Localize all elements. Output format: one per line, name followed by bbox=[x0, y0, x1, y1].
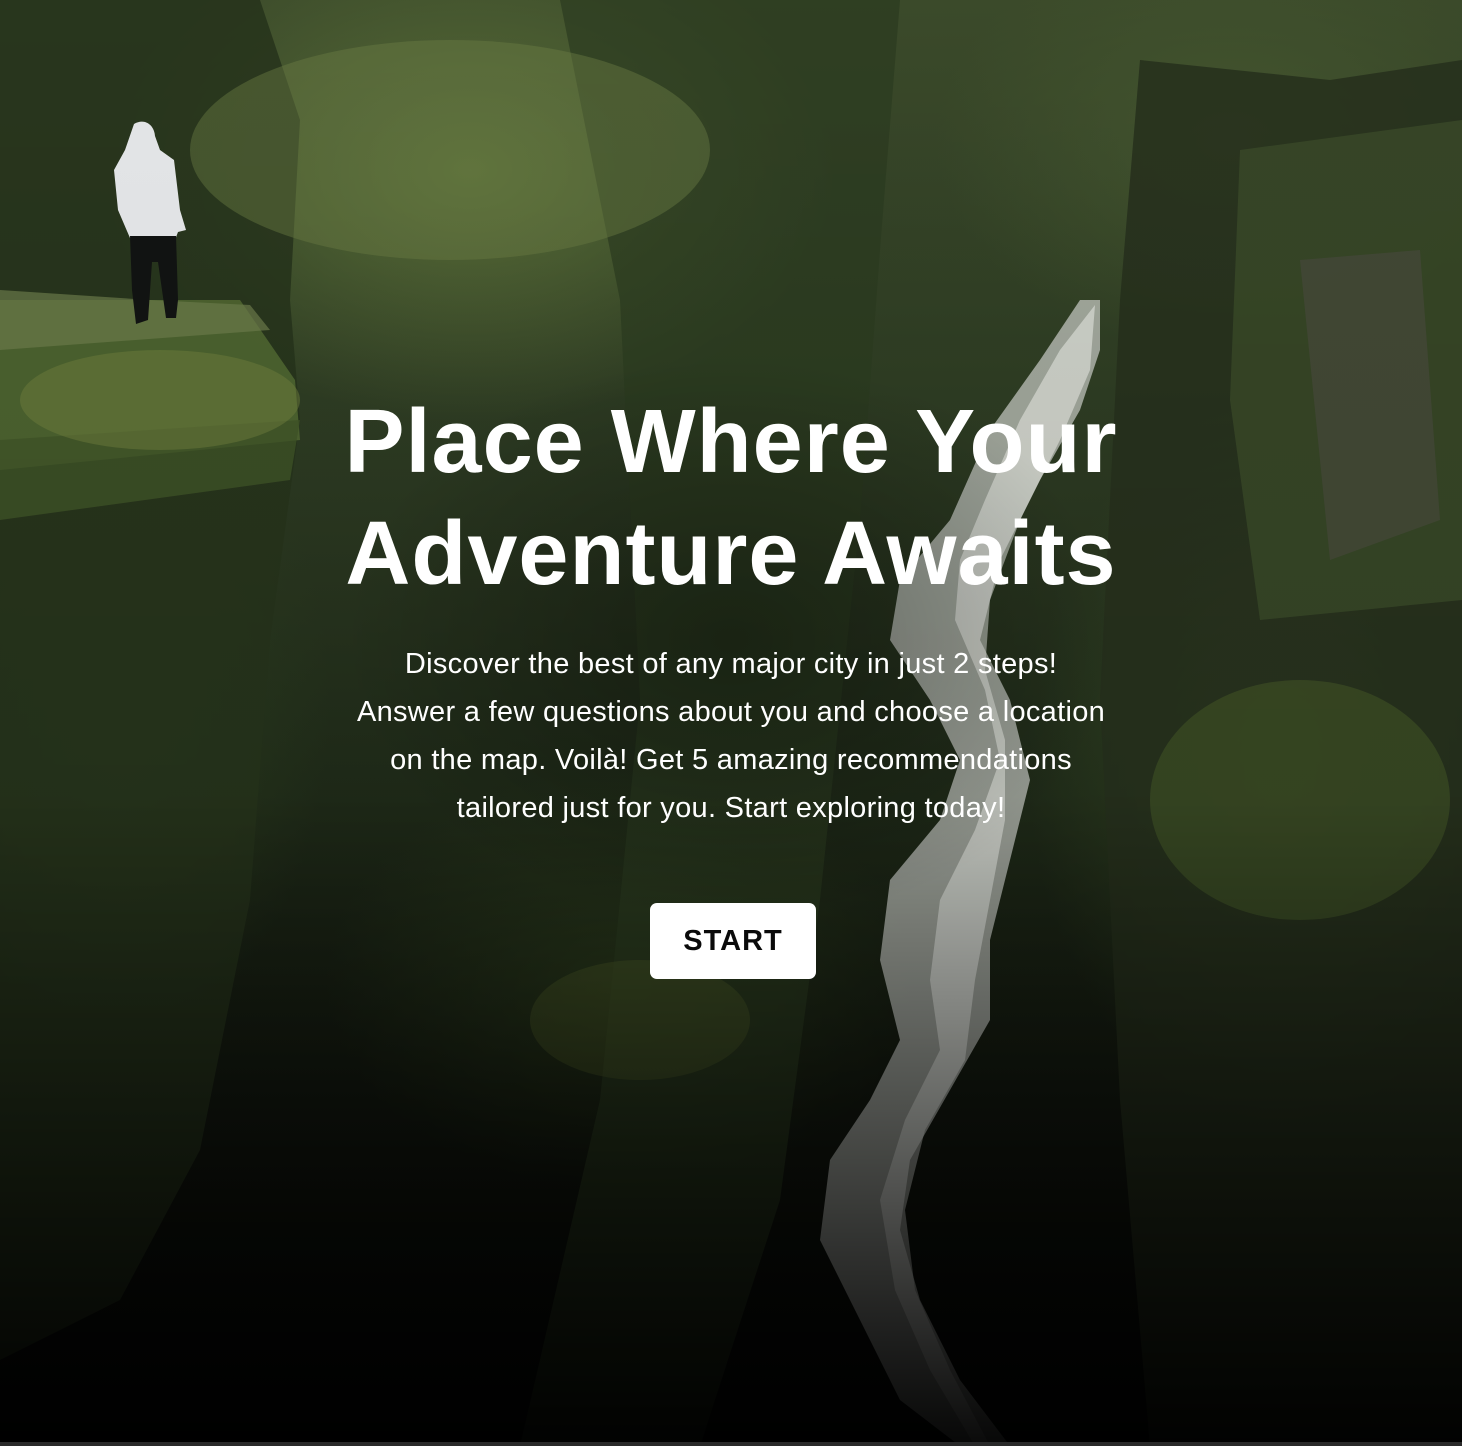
hero-title-line: Place Where Your bbox=[344, 392, 1118, 492]
bottom-divider bbox=[0, 1442, 1462, 1446]
hero-content: Place Where Your Adventure Awaits Discov… bbox=[0, 0, 1462, 1446]
hero-description-line: on the map. Voilà! Get 5 amazing recomme… bbox=[390, 744, 1072, 776]
start-button[interactable]: START bbox=[650, 903, 816, 979]
hero-title: Place Where Your Adventure Awaits bbox=[231, 386, 1231, 610]
hero-title-line: Adventure Awaits bbox=[345, 504, 1117, 604]
hero-description: Discover the best of any major city in j… bbox=[306, 640, 1156, 832]
hero-section: Place Where Your Adventure Awaits Discov… bbox=[0, 0, 1462, 1446]
hero-description-line: tailored just for you. Start exploring t… bbox=[456, 792, 1006, 824]
hero-description-line: Answer a few questions about you and cho… bbox=[356, 696, 1106, 728]
hero-description-line: Discover the best of any major city in j… bbox=[404, 648, 1058, 680]
